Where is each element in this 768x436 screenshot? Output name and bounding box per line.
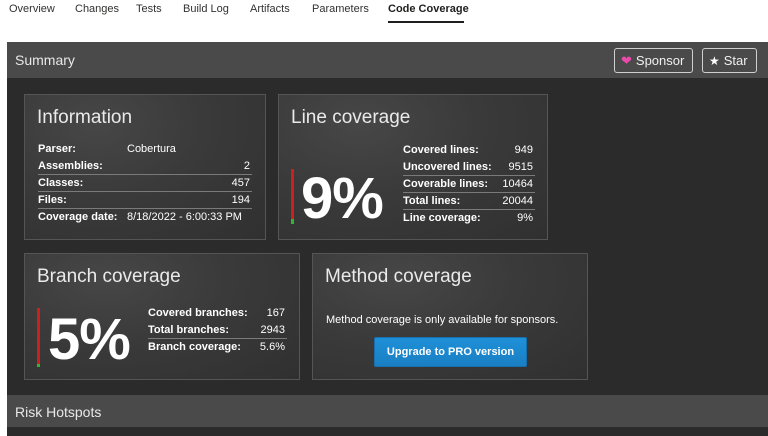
info-key: Files: xyxy=(38,194,67,206)
star-label: Star xyxy=(723,53,748,68)
branch-key: Covered branches: xyxy=(148,307,248,319)
info-value: 194 xyxy=(231,194,250,206)
line-coverage-card: Line coverage 9% Covered lines: 949 Unco… xyxy=(278,94,548,240)
tab-parameters[interactable]: Parameters xyxy=(312,3,369,15)
risk-hotspots-title: Risk Hotspots xyxy=(15,404,102,420)
line-key: Coverable lines: xyxy=(403,178,488,190)
branch-key: Total branches: xyxy=(148,324,230,336)
line-key: Total lines: xyxy=(403,195,461,207)
covered-segment xyxy=(291,219,294,224)
active-tab-indicator xyxy=(388,21,464,23)
row-divider xyxy=(38,191,252,192)
info-value: 8/18/2022 - 6:00:33 PM xyxy=(127,211,242,223)
branch-coverage-card: Branch coverage 5% Covered branches: 167… xyxy=(24,253,300,380)
covered-segment xyxy=(37,364,40,367)
information-title: Information xyxy=(37,107,133,128)
info-value: 457 xyxy=(231,177,250,189)
info-value: Cobertura xyxy=(127,143,176,155)
summary-title: Summary xyxy=(15,52,75,68)
line-key: Line coverage: xyxy=(403,212,481,224)
method-coverage-card: Method coverage Method coverage is only … xyxy=(312,253,588,380)
branch-key: Branch coverage: xyxy=(148,341,241,353)
info-key: Classes: xyxy=(38,177,84,189)
row-divider xyxy=(403,175,535,176)
row-divider xyxy=(148,338,287,339)
risk-hotspots-header: Risk Hotspots xyxy=(7,395,768,427)
line-key: Uncovered lines: xyxy=(403,161,492,173)
tab-artifacts[interactable]: Artifacts xyxy=(250,3,290,15)
method-coverage-title: Method coverage xyxy=(325,266,472,287)
information-card: Information Parser: Cobertura Assemblies… xyxy=(24,94,266,240)
sponsor-label: Sponsor xyxy=(635,53,685,68)
star-button[interactable]: ★ Star xyxy=(702,48,757,73)
tab-code-coverage[interactable]: Code Coverage xyxy=(388,3,469,15)
row-divider xyxy=(403,209,535,210)
tab-tests[interactable]: Tests xyxy=(136,3,162,15)
tab-overview[interactable]: Overview xyxy=(9,3,55,15)
branch-value: 167 xyxy=(266,307,285,319)
uncovered-segment xyxy=(37,308,40,364)
row-divider xyxy=(403,192,535,193)
star-icon: ★ xyxy=(709,53,720,68)
branch-coverage-title: Branch coverage xyxy=(37,266,181,287)
branch-value: 5.6% xyxy=(259,341,285,353)
line-coverage-percent: 9% xyxy=(301,166,384,231)
row-divider xyxy=(38,174,252,175)
uncovered-segment xyxy=(291,169,294,219)
line-value: 9515 xyxy=(508,161,533,173)
coverage-report: Summary ❤ Sponsor ★ Star Information Par… xyxy=(7,42,768,436)
info-key: Parser: xyxy=(38,143,76,155)
line-value: 9% xyxy=(517,212,533,224)
branch-value: 2943 xyxy=(260,324,285,336)
method-coverage-message: Method coverage is only available for sp… xyxy=(326,314,559,326)
line-value: 20044 xyxy=(502,195,533,207)
line-value: 10464 xyxy=(502,178,533,190)
line-key: Covered lines: xyxy=(403,144,479,156)
info-key: Assemblies: xyxy=(38,160,103,172)
top-tab-bar: Overview Changes Tests Build Log Artifac… xyxy=(0,0,768,24)
info-value: 2 xyxy=(243,160,250,172)
line-coverage-bar xyxy=(291,169,294,224)
upgrade-pro-button[interactable]: Upgrade to PRO version xyxy=(374,337,527,367)
branch-coverage-bar xyxy=(37,308,40,367)
line-value: 949 xyxy=(514,144,533,156)
info-key: Coverage date: xyxy=(38,211,118,223)
branch-coverage-percent: 5% xyxy=(48,307,131,372)
row-divider xyxy=(38,208,252,209)
tab-build-log[interactable]: Build Log xyxy=(183,3,229,15)
line-coverage-title: Line coverage xyxy=(291,107,411,128)
sponsor-button[interactable]: ❤ Sponsor xyxy=(614,48,693,73)
summary-header: Summary ❤ Sponsor ★ Star xyxy=(7,42,768,78)
tab-changes[interactable]: Changes xyxy=(75,3,119,15)
heart-icon: ❤ xyxy=(621,53,632,68)
